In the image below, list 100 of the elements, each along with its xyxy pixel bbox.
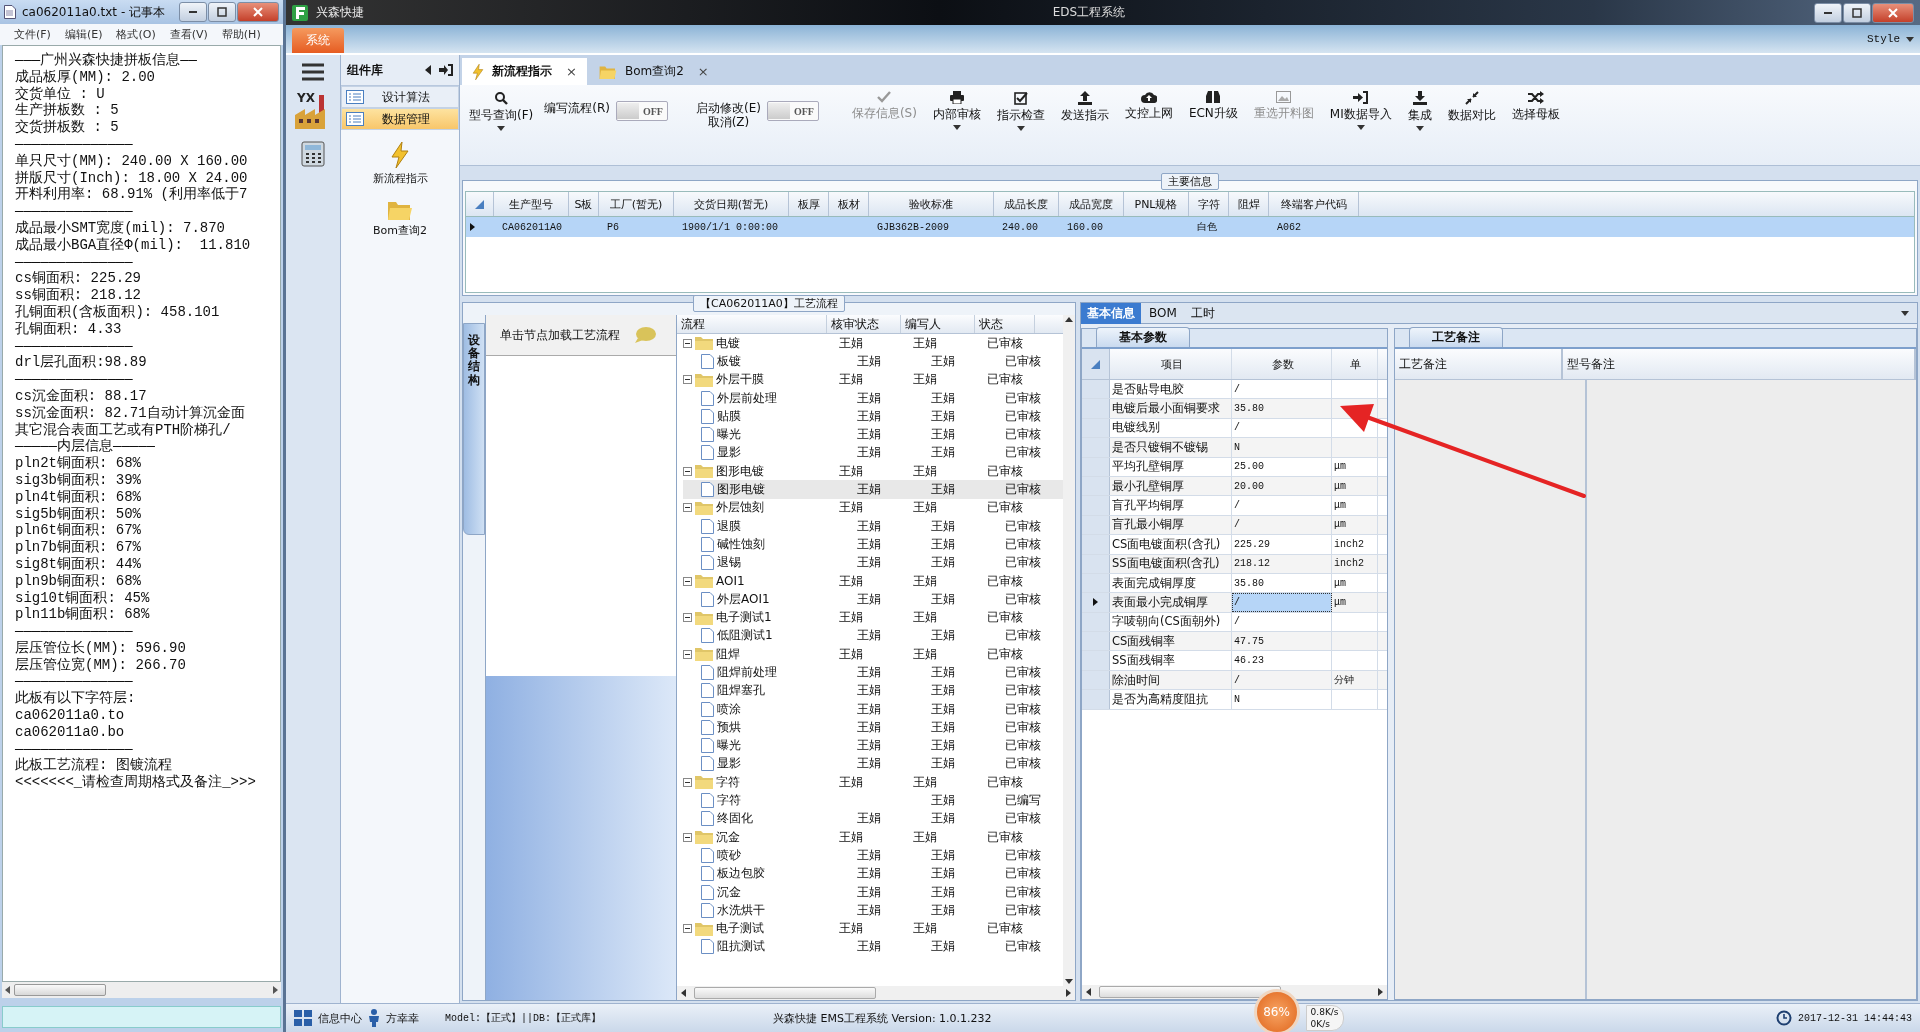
row-header[interactable] — [1082, 593, 1110, 612]
column-header[interactable]: 成品宽度 — [1059, 192, 1124, 216]
value-cell[interactable]: 35.80 — [1232, 573, 1332, 593]
column-header[interactable]: S板 — [569, 192, 599, 216]
value-cell[interactable]: / — [1232, 670, 1332, 690]
tree-row[interactable]: 板边包胶 王娟 王娟 已审核 — [683, 864, 1063, 883]
menu-icon[interactable] — [302, 63, 324, 81]
column-header[interactable]: 阻焊 — [1229, 192, 1269, 216]
tree-row[interactable]: 板镀 王娟 王娟 已审核 — [683, 352, 1063, 371]
toolbar-button[interactable]: 内部审核 — [927, 89, 986, 132]
tree-row[interactable]: 阻抗测试 王娟 王娟 已审核 — [683, 937, 1063, 957]
tree-row[interactable]: 图形电镀 王娟 王娟 已审核 — [683, 480, 1063, 499]
tree-row[interactable]: 喷涂 王娟 王娟 已审核 — [683, 699, 1063, 719]
tree-row[interactable]: AOI1 王娟 王娟 已审核 — [683, 571, 1063, 591]
toggle-switch[interactable]: OFF — [615, 101, 668, 121]
value-cell[interactable]: 20.00 — [1232, 476, 1332, 496]
tree-row[interactable]: 字符 王娟 已编写 — [683, 791, 1063, 810]
value-cell[interactable]: / — [1232, 515, 1332, 535]
value-cell[interactable]: 47.75 — [1232, 632, 1332, 651]
panel-tab[interactable]: 工艺备注 — [1409, 327, 1503, 347]
expander-icon[interactable] — [683, 649, 692, 659]
value-cell[interactable]: 35.80 — [1232, 399, 1332, 418]
expander-icon[interactable] — [683, 466, 692, 476]
tree-row[interactable]: 喷砂 王娟 王娟 已审核 — [683, 846, 1063, 865]
close-button[interactable] — [237, 2, 279, 22]
maximize-button[interactable] — [208, 2, 236, 22]
detail-tab[interactable]: 基本信息 — [1081, 302, 1141, 324]
tree-row[interactable]: 阻焊塞孔 王娟 王娟 已审核 — [683, 681, 1063, 700]
component-item[interactable]: 设计算法 — [341, 86, 459, 108]
tree-row[interactable]: 电子测试1 王娟 王娟 已审核 — [683, 608, 1063, 627]
collapse-left-icon[interactable] — [425, 65, 431, 75]
menu-item[interactable]: 编辑(E) — [64, 27, 103, 42]
column-header[interactable]: 单 — [1332, 349, 1378, 379]
column-header[interactable]: 生产型号 — [494, 192, 569, 216]
tree-row[interactable]: 图形电镀 王娟 王娟 已审核 — [683, 462, 1063, 481]
tree-row[interactable]: 阻焊 王娟 王娟 已审核 — [683, 645, 1063, 664]
panel-tab[interactable]: 基本参数 — [1096, 327, 1190, 347]
tree-row[interactable]: 终固化 王娟 王娟 已审核 — [683, 809, 1063, 828]
table-row[interactable]: CA062011A0 P6 1900/1/1 0:00:00 GJB362B-2009 240.00 160.00 白色 A062 — [466, 217, 1914, 237]
tree-row[interactable]: 碱性蚀刻 王娟 王娟 已审核 — [683, 535, 1063, 554]
column-header[interactable]: 参数 — [1232, 349, 1332, 379]
detail-tab[interactable]: BOM — [1143, 304, 1183, 322]
shortcut[interactable]: Bom查询2 — [341, 198, 459, 240]
column-header[interactable]: 流程 — [677, 315, 827, 333]
maximize-button[interactable] — [1843, 2, 1871, 23]
expander-icon[interactable] — [683, 613, 692, 623]
tree-row[interactable]: 退膜 王娟 王娟 已审核 — [683, 516, 1063, 536]
info-center-link[interactable]: 信息中心 — [318, 1010, 362, 1026]
value-cell[interactable]: N — [1232, 690, 1332, 709]
tree-row[interactable]: 电镀 王娟 王娟 已审核 — [683, 334, 1063, 353]
column-header[interactable]: 编写人 — [901, 315, 975, 333]
toolbar-button[interactable]: 文控上网 — [1119, 89, 1178, 124]
minimize-button[interactable] — [1814, 2, 1842, 23]
tree-row[interactable]: 阻焊前处理 王娟 王娟 已审核 — [683, 663, 1063, 682]
shortcut[interactable]: 新流程指示 — [341, 140, 459, 188]
toolbar-button[interactable]: 选择母板 — [1506, 89, 1565, 125]
column-header[interactable]: 状态 — [975, 315, 1035, 333]
component-item[interactable]: 数据管理 — [341, 108, 459, 130]
tree-row[interactable]: 外层干膜 王娟 王娟 已审核 — [683, 370, 1063, 389]
menu-item[interactable]: 文件(F) — [14, 27, 51, 42]
toolbar-button[interactable]: 型号查询(F) — [464, 89, 539, 133]
detail-tab[interactable]: 工时 — [1184, 302, 1221, 324]
calculator-icon[interactable] — [300, 141, 326, 167]
column-header[interactable]: 核审状态 — [827, 315, 901, 333]
tree-row[interactable]: 退锡 王娟 王娟 已审核 — [683, 553, 1063, 572]
text-area[interactable]: ———广州兴森快捷拼板信息—— 成品板厚(MM): 2.00 交货单位 : U 生产拼板数 : 5 交货拼板数 : 5 —————————————— 单只尺寸(MM): 240.00 X 160.00 拼版尺寸(Inch): 18.00 X 24.00 开料利用率: 68.91% (利用率低于7 —————————————— 成品最小SMT宽度(mil): 7.870 成品最小BGA直径Φ(mil): 11.810 —————————————— cs铜面积: 225.29 ss铜面积: 218.12 孔铜面积(含板面积): 458.101 孔铜面积: 4.33 —————————————— drl层孔面积:98.89 —————————————— cs沉金面积: 88.17 ss沉金面积: 82.71自动计算沉金面 其它混合表面工艺或有PTH阶梯孔/ —————内层信息————— pln2t铜面积: 68% sig3b铜面积: 39% pln4t铜面积: 68% sig5b铜面积: 50% pln6t铜面积: 67% pln7b铜面积: 67% sig8t铜面积: 44% pln9b铜面积: 68% sig10t铜面积: 45% pln11b铜面积: 68% —————————————— 层压管位长(MM): 596.90 层压管位宽(MM): 266.70 —————————————— 此板有以下字符层: ca062011a0.to ca062011a0.bo —————————————— 此板工艺流程: 图镀流程 <<<<<<<_请检查周期格式及备注_>>> — [2, 45, 281, 982]
value-cell[interactable]: / — [1232, 496, 1332, 515]
tree-row[interactable]: 外层蚀刻 王娟 王娟 已审核 — [683, 498, 1063, 517]
tree-row[interactable]: 预烘 王娟 王娟 已审核 — [683, 718, 1063, 737]
close-tab-button[interactable]: × — [697, 64, 709, 79]
column-header[interactable]: 交货日期(暂无) — [674, 192, 789, 216]
expander-icon[interactable] — [683, 832, 692, 842]
column-header[interactable]: 板厚 — [789, 192, 829, 216]
tree-row[interactable]: 外层前处理 王娟 王娟 已审核 — [683, 388, 1063, 408]
menu-item[interactable]: 帮助(H) — [221, 27, 261, 42]
tree-row[interactable]: 水洗烘干 王娟 王娟 已审核 — [683, 901, 1063, 920]
tree-row[interactable]: 电子测试 王娟 王娟 已审核 — [683, 919, 1063, 938]
toolbar-button[interactable]: MI数据导入 — [1324, 89, 1397, 132]
toggle-switch[interactable]: OFF — [766, 101, 819, 121]
expander-icon[interactable] — [683, 576, 692, 586]
tree-row[interactable]: 低阻测试1 王娟 王娟 已审核 — [683, 626, 1063, 646]
factory-logo[interactable]: YX — [293, 91, 333, 131]
column-header[interactable]: 型号备注 — [1563, 349, 1916, 379]
tree-row[interactable]: 沉金 王娟 王娟 已审核 — [683, 882, 1063, 902]
value-cell[interactable]: N — [1232, 438, 1332, 457]
column-header[interactable]: 终端客户代码 — [1269, 192, 1359, 216]
expander-icon[interactable] — [683, 777, 692, 787]
tree-row[interactable]: 沉金 王娟 王娟 已审核 — [683, 828, 1063, 847]
toolbar-button[interactable]: 发送指示 — [1055, 89, 1114, 126]
document-tab[interactable]: 新流程指示 × — [462, 58, 587, 85]
expander-icon[interactable] — [683, 503, 692, 513]
toolbar-button[interactable]: 指示检查 — [991, 89, 1050, 133]
tree-row[interactable]: 字符 王娟 王娟 已审核 — [683, 773, 1063, 792]
column-header[interactable]: PNL规格 — [1124, 192, 1189, 216]
menu-item[interactable]: 查看(V) — [169, 27, 208, 42]
column-header[interactable]: 工厂(暂无) — [599, 192, 674, 216]
style-menu[interactable]: Style — [1867, 33, 1900, 45]
column-header[interactable]: 项目 — [1110, 349, 1232, 379]
tree-row[interactable]: 外层AOI1 王娟 王娟 已审核 — [683, 590, 1063, 609]
sign-in-icon[interactable] — [439, 64, 453, 76]
